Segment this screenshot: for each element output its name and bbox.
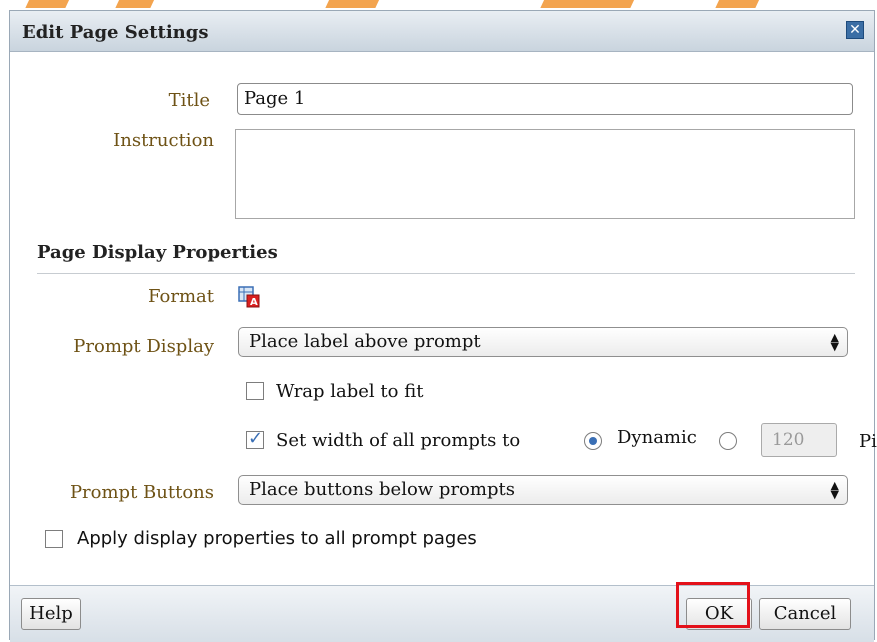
prompt-buttons-label: Prompt Buttons bbox=[69, 482, 214, 503]
instruction-field[interactable] bbox=[235, 129, 855, 219]
checkmark-icon: ✓ bbox=[248, 428, 264, 449]
section-title: Page Display Properties bbox=[37, 242, 278, 263]
background-shape bbox=[25, 0, 75, 8]
pixels-input[interactable]: 120 bbox=[761, 423, 837, 457]
cancel-button[interactable]: Cancel bbox=[759, 598, 851, 630]
help-button[interactable]: Help bbox=[21, 598, 81, 630]
dynamic-radio[interactable] bbox=[584, 432, 602, 450]
background-shape bbox=[325, 0, 385, 8]
select-arrows-icon: ▲ ▼ bbox=[830, 331, 839, 353]
radio-selected-dot bbox=[589, 437, 597, 445]
set-width-checkbox[interactable]: ✓ bbox=[246, 428, 264, 449]
wrap-label-checkbox[interactable] bbox=[246, 382, 264, 400]
background-shape bbox=[715, 0, 765, 8]
format-icon[interactable]: A bbox=[238, 286, 260, 308]
title-label: Title bbox=[168, 90, 210, 111]
pixels-unit-label: Pi bbox=[859, 431, 877, 452]
title-field[interactable]: Page 1 bbox=[237, 83, 853, 115]
format-label: Format bbox=[148, 286, 214, 307]
instruction-label: Instruction bbox=[113, 130, 214, 151]
set-width-text: Set width of all prompts to bbox=[276, 430, 521, 451]
prompt-display-value: Place label above prompt bbox=[249, 331, 481, 352]
prompt-buttons-select[interactable]: Place buttons below prompts ▲ ▼ bbox=[238, 475, 848, 505]
prompt-display-select[interactable]: Place label above prompt ▲ ▼ bbox=[238, 327, 848, 357]
pixels-radio[interactable] bbox=[719, 432, 737, 450]
wrap-label-text: Wrap label to fit bbox=[276, 381, 424, 402]
background-shape bbox=[540, 0, 640, 8]
close-icon[interactable]: ✕ bbox=[846, 21, 864, 39]
svg-text:A: A bbox=[250, 297, 258, 308]
dynamic-label: Dynamic bbox=[617, 427, 697, 448]
background-strip bbox=[0, 0, 877, 10]
ok-highlight-box bbox=[676, 582, 750, 628]
dialog-titlebar: Edit Page Settings ✕ bbox=[10, 11, 874, 52]
prompt-buttons-value: Place buttons below prompts bbox=[249, 479, 515, 500]
section-divider bbox=[37, 273, 855, 274]
apply-all-text: Apply display properties to all prompt p… bbox=[77, 528, 477, 549]
edit-page-settings-dialog: Edit Page Settings ✕ Title Page 1 Instru… bbox=[9, 10, 877, 642]
apply-all-checkbox[interactable] bbox=[45, 530, 63, 548]
select-arrows-icon: ▲ ▼ bbox=[830, 479, 839, 501]
background-shape bbox=[115, 0, 160, 8]
dialog-title: Edit Page Settings bbox=[22, 22, 209, 43]
prompt-display-label: Prompt Display bbox=[73, 336, 214, 357]
